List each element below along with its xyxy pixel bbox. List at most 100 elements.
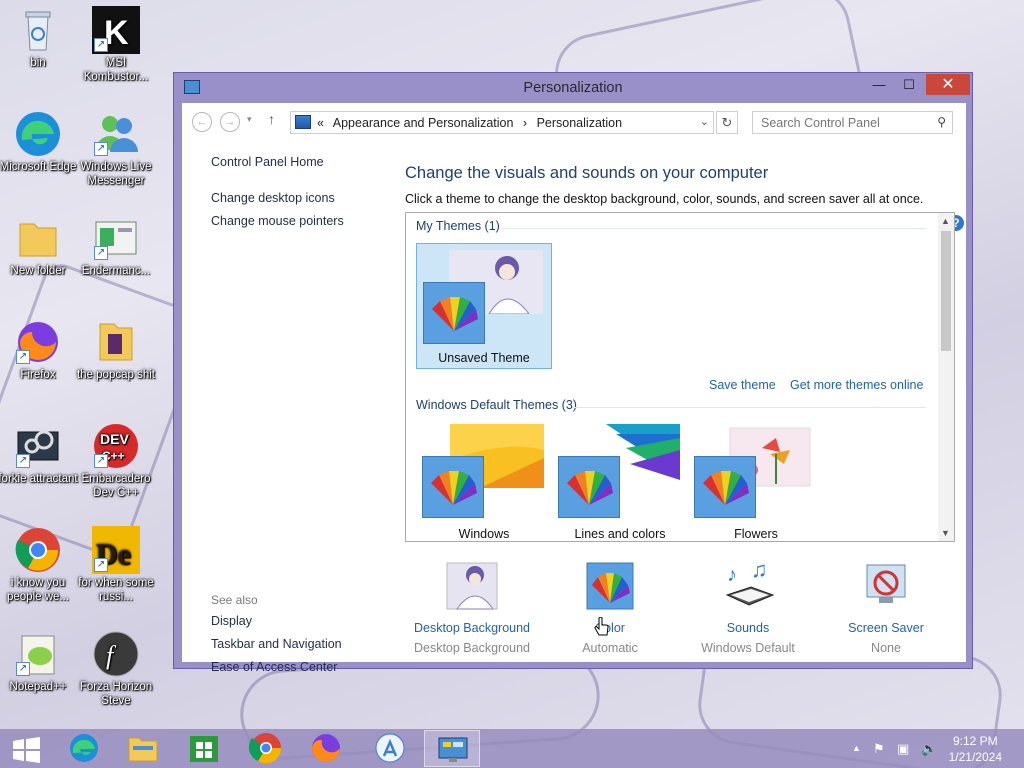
breadcrumb: « Appearance and Personalization › Perso… (317, 116, 628, 130)
desktop-icon-notepadpp[interactable]: ↗ Notepad++ (0, 630, 78, 694)
taskbar-store[interactable] (176, 730, 232, 767)
minimize-button[interactable]: — (866, 74, 892, 95)
control-panel-home-link[interactable]: Control Panel Home (211, 155, 324, 169)
chevron-down-icon[interactable]: ▼ (941, 528, 950, 538)
desktop-icon-bin[interactable]: bin (0, 6, 78, 70)
chevron-down-icon[interactable]: ⌄ (700, 115, 709, 128)
chevron-up-icon[interactable]: ▲ (941, 216, 950, 226)
up-button[interactable]: ↑ (268, 111, 275, 127)
taskbar-navigation-link[interactable]: Taskbar and Navigation (211, 637, 342, 651)
breadcrumb-overflow[interactable]: « (317, 116, 324, 130)
shortcut-arrow-icon: ↗ (16, 350, 30, 364)
desktop-icon-label: i know you people we... (6, 577, 69, 603)
desktop-icon-label: Microsoft Edge (0, 161, 77, 173)
color-palette-icon (558, 456, 620, 518)
theme-tile-lines-colors[interactable]: Lines and colors (552, 418, 688, 541)
edge-icon (14, 110, 62, 158)
default-themes-label: Windows Default Themes (3) (416, 398, 577, 412)
search-input[interactable]: Search Control Panel ⚲ (752, 111, 953, 134)
setting-name[interactable]: Sounds (678, 621, 818, 635)
maximize-button[interactable]: ☐ (896, 74, 922, 95)
settings-monitor-icon: ↗ (14, 422, 62, 470)
breadcrumb-appearance[interactable]: Appearance and Personalization (333, 116, 514, 130)
desktop-icon-edge[interactable]: Microsoft Edge (0, 110, 78, 174)
theme-tile-unsaved[interactable]: Unsaved Theme (416, 243, 552, 369)
setting-name[interactable]: Desktop Background (402, 621, 542, 635)
desktop-icon-messenger[interactable]: ↗ Windows Live Messenger (76, 110, 156, 188)
back-button[interactable]: ← (192, 112, 212, 132)
clock[interactable]: 9:12 PM 1/21/2024 (949, 733, 1002, 765)
control-panel-icon (295, 115, 311, 129)
taskbar-app-store[interactable] (362, 730, 418, 767)
theme-tile-windows[interactable]: Windows (416, 418, 552, 541)
breadcrumb-personalization[interactable]: Personalization (537, 116, 622, 130)
vertical-scrollbar[interactable]: ▲ ▼ (938, 213, 954, 541)
desktop-icon-label: for when some russi... (78, 577, 154, 603)
taskbar-chrome[interactable] (238, 730, 294, 767)
get-more-themes-link[interactable]: Get more themes online (790, 378, 923, 392)
taskbar-control-panel[interactable] (424, 730, 480, 767)
display-link[interactable]: Display (211, 614, 252, 628)
desktop-icon-chrome[interactable]: i know you people we... (0, 526, 78, 604)
recent-locations-dropdown[interactable]: ▾ (247, 114, 252, 125)
notepadpp-icon: ↗ (14, 630, 62, 678)
flash-icon: f (92, 630, 140, 678)
address-bar[interactable]: « Appearance and Personalization › Perso… (290, 111, 714, 134)
scrollbar-thumb[interactable] (941, 231, 951, 351)
desktop-icon-new-folder[interactable]: New folder (0, 214, 78, 278)
show-hidden-icons-chevron-icon[interactable]: ▲ (852, 743, 861, 753)
refresh-button[interactable]: ↻ (716, 111, 738, 134)
desktop-icon-label: Endermanc... (81, 265, 151, 277)
change-desktop-icons-link[interactable]: Change desktop icons (211, 191, 335, 205)
save-theme-link[interactable]: Save theme (709, 378, 776, 392)
forward-button[interactable]: → (220, 112, 240, 132)
desktop-icon-endermanch[interactable]: ↗ Endermanc... (76, 214, 156, 278)
desktop-icon-label: Forza Horizon Steve (79, 681, 153, 707)
shortcut-arrow-icon: ↗ (94, 558, 108, 572)
desktop-icon-de[interactable]: De ↗ for when some russi... (76, 526, 156, 604)
taskbar-firefox[interactable] (298, 730, 354, 767)
themes-list[interactable]: My Themes (1) Unsaved Theme Save theme G… (405, 212, 955, 542)
action-center-flag-icon[interactable]: ⚑ (873, 741, 885, 757)
taskbar-edge[interactable] (56, 730, 112, 767)
desktop-icon-popcap[interactable]: the popcap shit (76, 318, 156, 382)
setting-value: None (871, 641, 901, 655)
shortcut-arrow-icon: ↗ (16, 454, 30, 468)
desktop-icon-firefox[interactable]: ↗ Firefox (0, 318, 78, 382)
desktop-icon-forza[interactable]: f Forza Horizon Steve (76, 630, 156, 708)
sounds-setting[interactable]: ♪ ♫ Sounds Windows Default (678, 557, 818, 655)
title-bar[interactable]: Personalization — ☐ ✕ (174, 73, 972, 103)
devcpp-icon: DEV C++ ↗ (92, 422, 140, 470)
volume-muted-icon[interactable]: 🔈 (921, 741, 937, 757)
search-icon[interactable]: ⚲ (937, 115, 946, 129)
desktop-icon-label: MSI Kombustor... (83, 57, 149, 83)
screen-saver-setting[interactable]: Screen Saver None (816, 561, 956, 655)
messenger-icon: ↗ (92, 110, 140, 158)
taskbar-file-explorer[interactable] (115, 730, 171, 767)
desktop-background-setting[interactable]: Desktop Background Desktop Background (402, 561, 542, 655)
color-palette-icon (583, 561, 637, 611)
ease-of-access-link[interactable]: Ease of Access Center (211, 660, 337, 674)
desktop-icon-devcpp[interactable]: DEV C++ ↗ Embarcadero Dev C++ (76, 422, 156, 500)
personalization-window: Personalization — ☐ ✕ ← → ▾ ↑ « Appearan… (173, 72, 973, 674)
change-mouse-pointers-link[interactable]: Change mouse pointers (211, 214, 344, 228)
setting-name[interactable]: Color (540, 621, 680, 635)
hand-cursor-icon (594, 616, 610, 644)
color-setting[interactable]: Color Automatic (540, 561, 680, 655)
close-button[interactable]: ✕ (926, 74, 970, 95)
setting-value: Automatic (582, 641, 638, 655)
window-title: Personalization (523, 80, 623, 96)
network-icon[interactable]: ▣ (897, 741, 909, 757)
sounds-icon: ♪ ♫ (721, 557, 775, 611)
svg-text:DEV: DEV (100, 431, 129, 447)
breadcrumb-separator[interactable]: › (523, 116, 527, 130)
color-palette-icon (694, 456, 756, 518)
theme-tile-flowers[interactable]: Flowers (688, 418, 824, 541)
page-description: Click a theme to change the desktop back… (405, 192, 924, 206)
start-button[interactable] (0, 730, 56, 767)
divider (502, 228, 926, 229)
desktop-icon-kombustor[interactable]: K ↗ MSI Kombustor... (76, 6, 156, 84)
my-themes-label: My Themes (1) (416, 219, 500, 233)
setting-name[interactable]: Screen Saver (816, 621, 956, 635)
desktop-icon-forkie[interactable]: ↗ forkie attractant (0, 422, 78, 486)
